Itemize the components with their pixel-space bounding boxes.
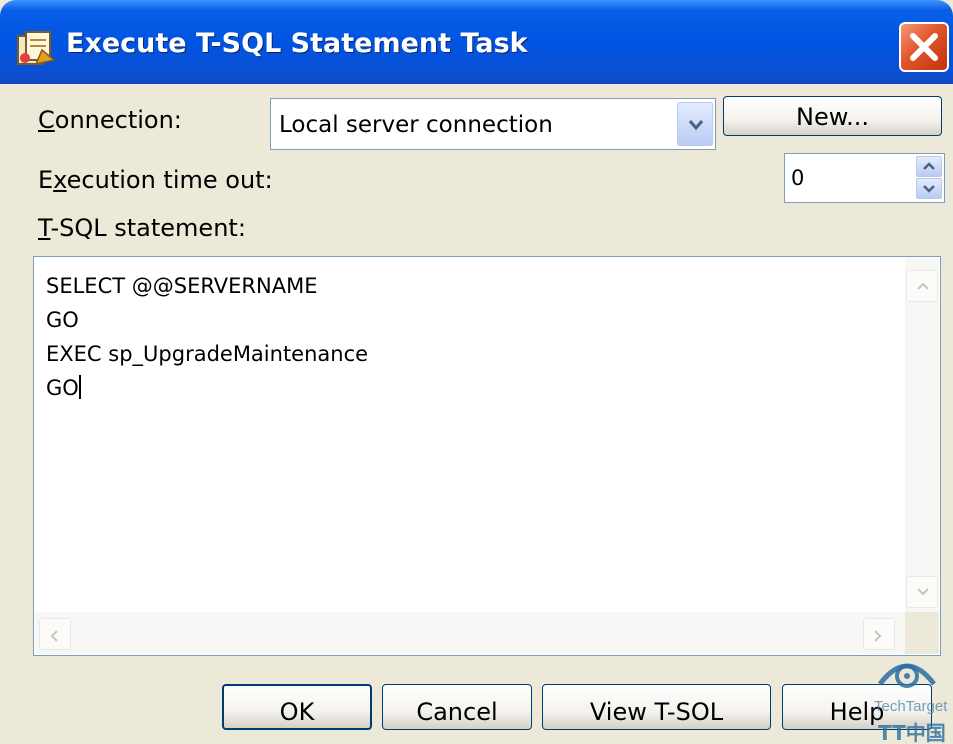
code-line: EXEC sp_UpgradeMaintenance [46, 342, 369, 366]
chevron-right-icon [874, 630, 882, 642]
close-icon [910, 33, 938, 61]
scroll-up-button[interactable] [906, 270, 938, 302]
connection-value: Local server connection [279, 112, 553, 138]
spinner-buttons [916, 156, 942, 200]
chevron-left-icon [50, 630, 58, 642]
new-connection-button[interactable]: New... [723, 96, 942, 136]
vertical-scrollbar[interactable] [905, 258, 939, 612]
text-cursor [78, 375, 81, 399]
connection-label: Connection: [38, 106, 182, 134]
chevron-up-icon [917, 282, 929, 290]
scroll-corner [905, 612, 939, 654]
spin-down-button[interactable] [916, 178, 942, 199]
close-button[interactable] [899, 22, 949, 72]
svg-text:TT中国: TT中国 [878, 721, 946, 744]
task-icon [16, 30, 56, 66]
spin-up-button[interactable] [916, 156, 942, 177]
timeout-spinner[interactable]: 0 [784, 153, 945, 203]
timeout-value[interactable]: 0 [791, 166, 804, 190]
code-line: GO [46, 308, 79, 332]
tsql-editor[interactable]: SELECT @@SERVERNAME GO EXEC sp_UpgradeMain… [33, 256, 941, 656]
chevron-down-icon [917, 588, 929, 596]
dropdown-arrow-button[interactable] [677, 102, 713, 146]
cancel-button[interactable]: Cancel [382, 684, 532, 730]
scroll-right-button[interactable] [863, 618, 895, 650]
connection-dropdown[interactable]: Local server connection [270, 98, 716, 150]
scroll-left-button[interactable] [39, 618, 71, 650]
dialog-window: Execute T-SQL Statement Task Connection:… [0, 0, 953, 744]
svg-text:TechTarget: TechTarget [874, 698, 948, 715]
chevron-down-icon [923, 185, 935, 193]
chevron-down-icon [688, 120, 704, 131]
ok-button[interactable]: OK [222, 684, 372, 730]
scroll-down-button[interactable] [906, 576, 938, 608]
execution-timeout-label: Execution time out: [38, 166, 273, 194]
code-line: SELECT @@SERVERNAME [46, 274, 318, 298]
window-title: Execute T-SQL Statement Task [66, 28, 528, 59]
title-bar[interactable]: Execute T-SQL Statement Task [0, 0, 953, 84]
code-line: GO [46, 375, 81, 400]
horizontal-scrollbar[interactable] [35, 612, 905, 654]
techtarget-logo: TechTarget TT中国 [862, 650, 953, 744]
view-tsql-button[interactable]: View T-SOL [542, 684, 771, 730]
chevron-up-icon [923, 162, 935, 170]
tsql-code[interactable]: SELECT @@SERVERNAME GO EXEC sp_UpgradeMain… [46, 269, 368, 405]
tsql-statement-label: T-SQL statement: [38, 214, 246, 242]
